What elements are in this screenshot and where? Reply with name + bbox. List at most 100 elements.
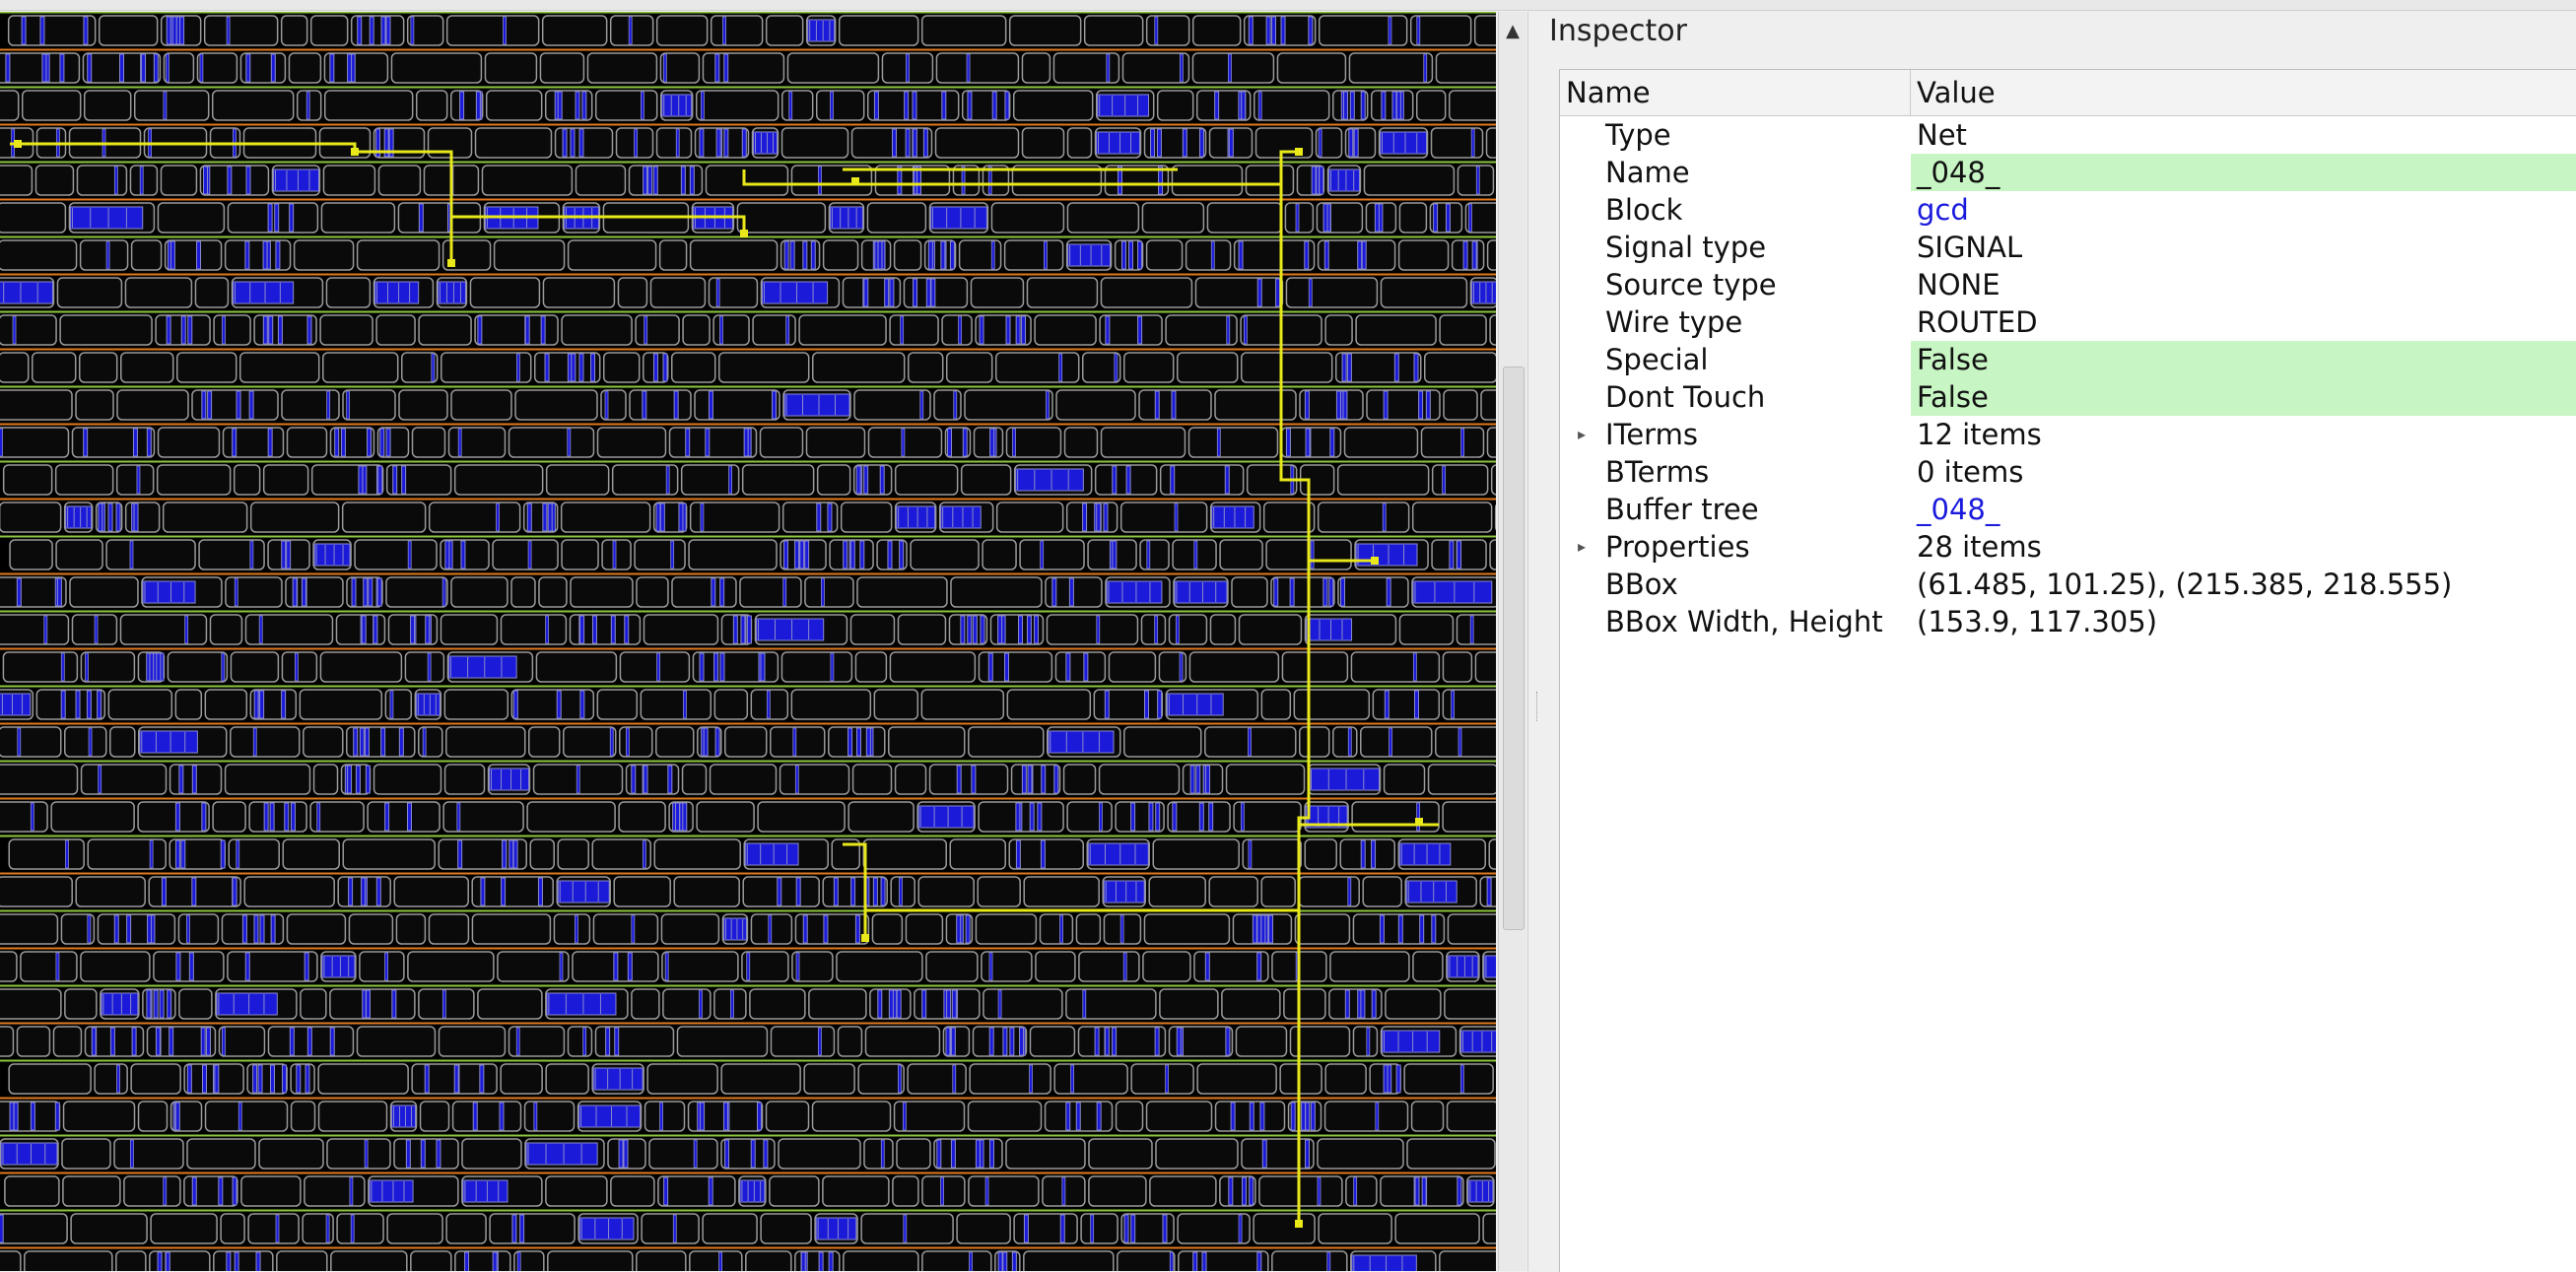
cell-outline <box>360 952 404 981</box>
net-pin-marker[interactable] <box>1371 557 1379 565</box>
via-stripe <box>134 503 138 531</box>
std-cell <box>895 1102 965 1131</box>
std-cell <box>530 839 554 869</box>
std-cell <box>0 690 33 719</box>
layout-canvas[interactable] <box>0 12 1496 1271</box>
property-name: ▸ Properties <box>1560 528 1911 566</box>
tree-row-bbox-width-height[interactable]: BBox Width, Height(153.9, 117.305) <box>1560 603 2576 640</box>
tree-row-bterms[interactable]: BTerms0 items <box>1560 453 2576 491</box>
net-pin-marker[interactable] <box>14 140 22 148</box>
via-stripe <box>457 803 460 831</box>
std-cell <box>1066 989 1156 1019</box>
tree-row-iterms[interactable]: ▸ITerms12 items <box>1560 416 2576 453</box>
tree-row-wire-type[interactable]: Wire typeROUTED <box>1560 303 2576 341</box>
net-pin-marker[interactable] <box>447 259 455 267</box>
tree-row-name[interactable]: Name_048_ <box>1560 154 2576 191</box>
panel-splitter[interactable] <box>1527 12 1546 1271</box>
std-cell <box>385 690 411 719</box>
via-stripe <box>1084 653 1088 681</box>
tree-row-properties[interactable]: ▸Properties28 items <box>1560 528 2576 566</box>
via-stripe <box>367 990 371 1018</box>
metal-block <box>756 619 823 640</box>
layout-viewer[interactable] <box>0 12 1496 1271</box>
via-stripe <box>200 54 203 82</box>
via-stripe <box>881 878 885 905</box>
scrollbar-thumb[interactable] <box>1503 367 1525 930</box>
std-cell <box>656 727 694 757</box>
std-cell <box>817 91 864 120</box>
std-cell <box>632 989 659 1019</box>
via-stripe <box>821 578 824 606</box>
via-stripe <box>998 1252 1002 1271</box>
property-name-label: Properties <box>1605 530 1750 564</box>
std-cell <box>0 615 68 644</box>
via-stripe <box>142 54 146 82</box>
std-cell <box>1055 652 1105 682</box>
cell-outline <box>982 952 1032 981</box>
tree-row-special[interactable]: SpecialFalse <box>1560 341 2576 378</box>
via-stripe <box>242 915 246 943</box>
std-cell <box>857 577 947 607</box>
property-value-link[interactable]: gcd <box>1911 191 2576 229</box>
via-stripe <box>856 728 860 756</box>
column-header-value[interactable]: Value <box>1911 70 2576 115</box>
std-cell <box>1179 1251 1268 1271</box>
net-pin-marker[interactable] <box>1295 148 1303 156</box>
std-cell <box>691 502 780 532</box>
net-pin-marker[interactable] <box>1415 818 1423 826</box>
std-cell <box>647 1064 717 1094</box>
via-stripe <box>1383 503 1386 531</box>
std-cell <box>347 727 415 757</box>
net-pin-marker[interactable] <box>351 148 359 156</box>
expand-arrow-icon[interactable]: ▸ <box>1578 416 1592 453</box>
std-cell <box>1207 203 1281 233</box>
expand-arrow-icon[interactable]: ▸ <box>1578 528 1592 566</box>
via-stripe <box>615 1028 619 1055</box>
column-header-name[interactable]: Name <box>1560 70 1911 115</box>
std-cell <box>697 91 779 120</box>
via-stripe <box>1105 691 1109 718</box>
property-value-link[interactable]: _048_ <box>1911 491 2576 528</box>
tree-row-buffer-tree[interactable]: Buffer tree_048_ <box>1560 491 2576 528</box>
metal-block <box>816 1218 856 1239</box>
via-stripe <box>373 616 377 643</box>
std-cell <box>1318 1139 1403 1169</box>
net-pin-marker[interactable] <box>740 230 748 237</box>
tree-row-bbox[interactable]: BBox(61.485, 101.25), (215.385, 218.555) <box>1560 566 2576 603</box>
cell-outline <box>771 1027 834 1056</box>
scroll-up-button[interactable]: ▲ <box>1499 12 1526 49</box>
via-stripe <box>509 840 513 868</box>
vertical-scrollbar[interactable]: ▲ <box>1498 12 1526 1271</box>
std-cell <box>957 1214 1010 1243</box>
inspector-tree[interactable]: Name Value TypeNetName_048_BlockgcdSigna… <box>1559 69 2576 1272</box>
net-pin-marker[interactable] <box>851 177 859 185</box>
std-cell <box>850 615 894 644</box>
std-cell <box>378 166 420 195</box>
via-stripe <box>720 653 724 681</box>
std-cell <box>527 802 615 832</box>
std-cell <box>101 989 139 1019</box>
std-cell <box>758 802 845 832</box>
tree-row-type[interactable]: TypeNet <box>1560 116 2576 154</box>
cell-outline <box>138 802 209 832</box>
std-cell <box>1440 315 1486 345</box>
via-stripe <box>1463 241 1467 269</box>
std-cell <box>1036 952 1075 981</box>
std-cell <box>9 1064 91 1094</box>
tree-row-signal-type[interactable]: Signal typeSIGNAL <box>1560 229 2576 266</box>
cell-outline <box>1254 1214 1315 1243</box>
std-cell <box>795 914 868 944</box>
via-stripe <box>1249 840 1252 868</box>
tree-row-dont-touch[interactable]: Dont TouchFalse <box>1560 378 2576 416</box>
net-pin-marker[interactable] <box>861 934 869 942</box>
tree-row-source-type[interactable]: Source typeNONE <box>1560 266 2576 303</box>
net-pin-marker[interactable] <box>1295 1220 1303 1228</box>
cell-outline <box>1433 465 1488 495</box>
cell-outline <box>1239 615 1301 644</box>
tree-row-block[interactable]: Blockgcd <box>1560 191 2576 229</box>
metal-block <box>143 581 195 603</box>
std-cell <box>983 989 1062 1019</box>
via-stripe <box>1450 541 1454 569</box>
cell-outline <box>1319 240 1395 270</box>
std-cell <box>1173 540 1216 569</box>
